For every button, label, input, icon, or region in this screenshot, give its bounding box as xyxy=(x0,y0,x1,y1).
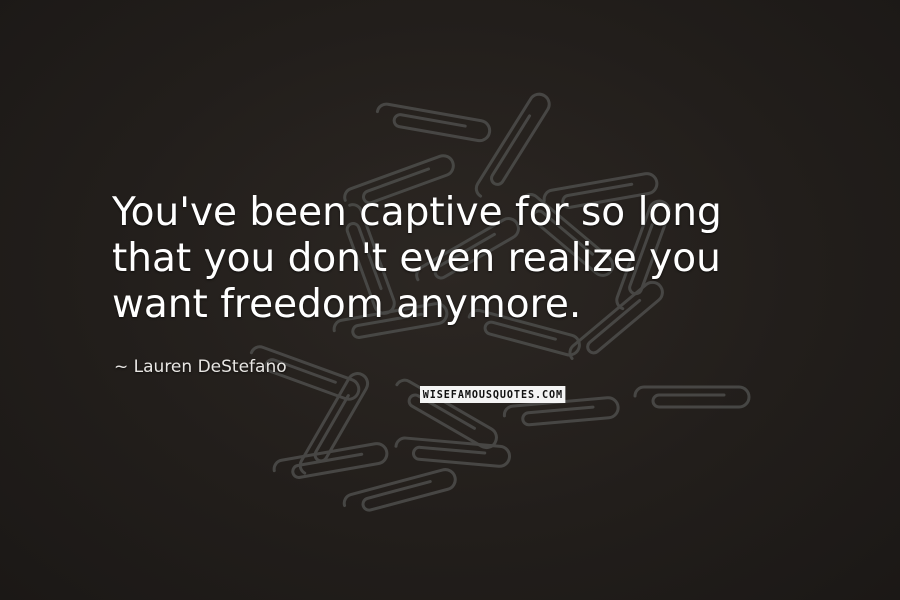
author-name: Lauren DeStefano xyxy=(133,357,287,377)
author-attribution: ~ Lauren DeStefano xyxy=(114,356,287,378)
quote-line: want freedom anymore. xyxy=(112,282,582,327)
quote-text: You've been captive for so long that you… xyxy=(112,190,832,328)
watermark-logo: WISEFAMOUSQUOTES.COM xyxy=(420,386,566,403)
author-dash: ~ xyxy=(114,357,129,377)
quote-line: You've been captive for so long xyxy=(112,190,722,235)
quote-line: that you don't even realize you xyxy=(112,236,721,281)
